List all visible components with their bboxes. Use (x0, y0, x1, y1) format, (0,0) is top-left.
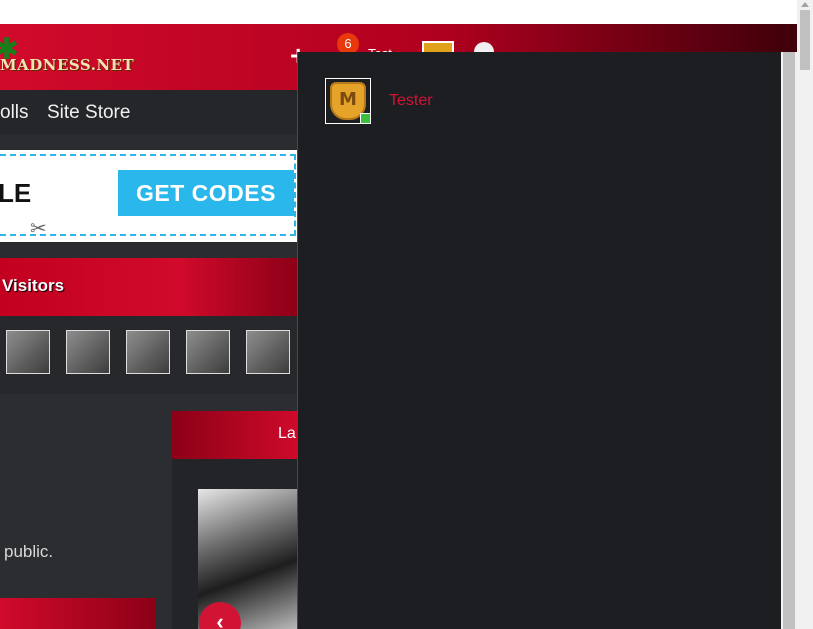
dropdown-scrollbar-thumb[interactable] (783, 52, 795, 629)
visitor-avatar[interactable] (246, 330, 290, 374)
page-scrollbar[interactable] (797, 0, 813, 629)
visitor-avatar[interactable] (66, 330, 110, 374)
page-scrollbar-thumb[interactable] (800, 10, 810, 70)
online-status-indicator (360, 113, 371, 124)
latest-header: La (172, 411, 302, 459)
page: ✱ MADNESS.NET + 6 Test olls Site Store L… (0, 0, 797, 629)
dropdown-avatar[interactable]: M (325, 78, 371, 124)
top-strip (0, 0, 797, 24)
visitors-header: Visitors (0, 258, 298, 316)
dropdown-username[interactable]: Tester (389, 92, 433, 110)
public-text: public. (4, 542, 54, 561)
visitor-avatar[interactable] (186, 330, 230, 374)
visitor-avatar[interactable] (6, 330, 50, 374)
visitor-avatar[interactable] (126, 330, 170, 374)
promo-banner: LE GET CODES ✂ (0, 150, 298, 242)
site-logo[interactable]: ✱ MADNESS.NET (0, 33, 134, 80)
nav-item-polls[interactable]: olls (0, 102, 29, 124)
logo-text: MADNESS.NET (0, 56, 135, 74)
account-dropdown: M Tester (297, 52, 781, 629)
scroll-up-icon[interactable] (801, 2, 809, 7)
visitors-label: Visitors (2, 276, 65, 295)
scissors-icon: ✂ (30, 218, 47, 240)
latest-label: La (278, 425, 296, 442)
nav-item-site-store[interactable]: Site Store (47, 102, 130, 124)
get-codes-button[interactable]: GET CODES (118, 170, 294, 216)
promo-text: LE (0, 178, 32, 208)
bottom-section-header (0, 598, 156, 629)
visitors-row (0, 316, 298, 394)
avatar-letter: M (339, 89, 357, 110)
